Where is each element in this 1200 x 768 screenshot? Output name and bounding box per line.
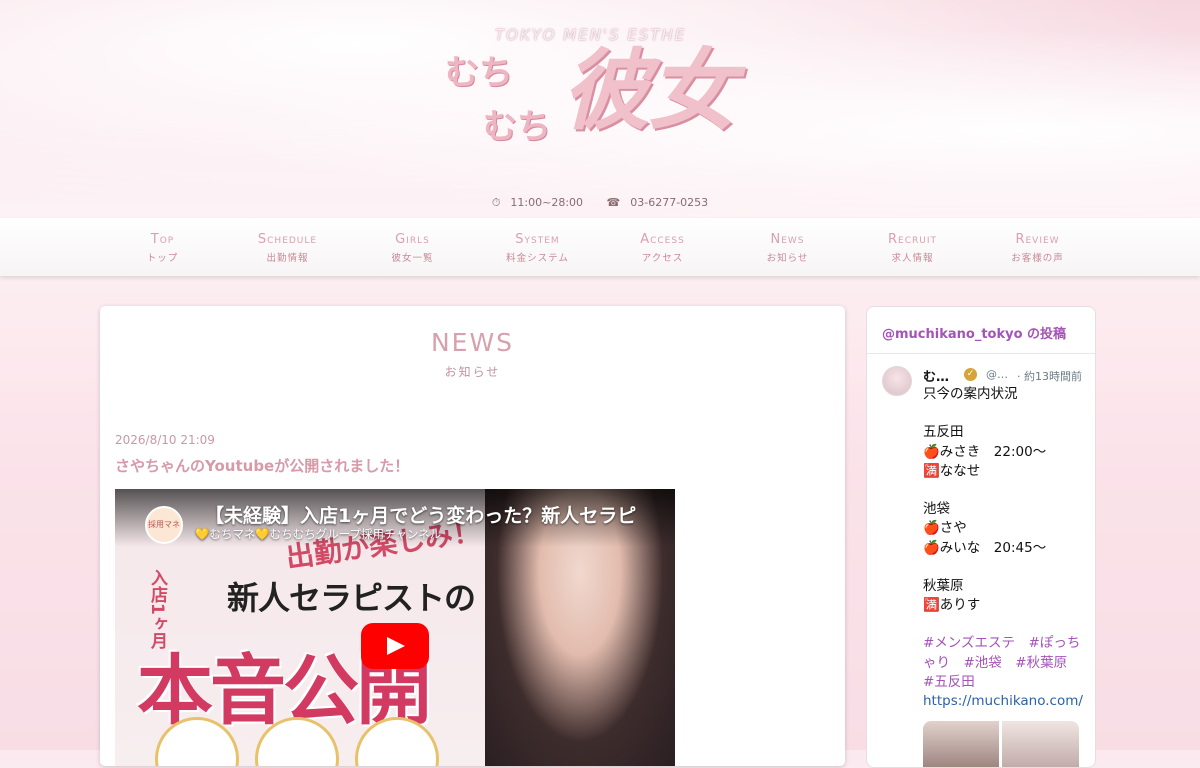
post-hashtags[interactable]: #五反田 — [923, 673, 1087, 692]
nav-item-access[interactable]: Access アクセス — [600, 232, 725, 264]
nav-label-jp: 求人情報 — [891, 253, 934, 264]
hours: ⏱ 11:00~28:00 — [487, 196, 588, 209]
post-author-name[interactable]: む… — [923, 366, 949, 385]
nav-label-en: Top — [150, 232, 175, 247]
feed-header: @muchikano_tokyo の投稿 — [867, 307, 1095, 354]
nav-label-jp: トップ — [146, 253, 179, 264]
post-title[interactable]: さやちゃんのYoutubeが公開されました！ — [115, 455, 409, 476]
news-panel: NEWS お知らせ 2026/8/10 21:09 さやちゃんのYoutubeが… — [100, 306, 845, 766]
channel-avatar[interactable]: 採用マネ — [145, 506, 183, 544]
post-hashtags[interactable]: #メンズエステ #ぽっち — [923, 634, 1087, 653]
post-line — [923, 558, 1087, 577]
nav-label-en: Recruit — [888, 232, 937, 247]
post-hashtags[interactable]: ゃり #池袋 #秋葉原 — [923, 654, 1087, 673]
post-body: 只今の案内状況 五反田 🍎みさき 22:00〜 🈵ななせ 池袋 🍎さや 🍎みいな… — [923, 385, 1087, 711]
nav-item-schedule[interactable]: Schedule 出勤情報 — [225, 232, 350, 264]
nav-label-jp: お客様の声 — [1011, 253, 1064, 264]
nav-item-top[interactable]: Top トップ — [100, 232, 225, 264]
post-line: 🈵ななせ — [923, 462, 981, 479]
video-channel-name[interactable]: 💛むちマネ💛むちむちグループ採用チャンネル — [195, 526, 441, 542]
thumb-text-line2: 新人セラピストの — [227, 579, 476, 617]
logo-text-muchi-1: むち — [445, 53, 513, 93]
post-date: 2026/8/10 21:09 — [115, 433, 215, 447]
post-line: 秋葉原 — [923, 577, 964, 594]
contact-info: ⏱ 11:00~28:00 ☎ 03-6277-0253 — [0, 196, 1200, 210]
post-time[interactable]: · 約13時間前 — [1017, 368, 1082, 384]
post-media[interactable] — [923, 721, 1079, 767]
nav-label-en: System — [515, 232, 560, 247]
nav-label-jp: 出勤情報 — [266, 253, 309, 264]
post-line — [923, 615, 1087, 634]
post-line: 🍎みいな 20:45〜 — [923, 539, 1047, 556]
nav-label-en: Review — [1015, 232, 1060, 247]
post-line: 只今の案内状況 — [923, 386, 1018, 402]
post-image-1[interactable] — [923, 721, 999, 767]
nav-item-system[interactable]: System 料金システム — [475, 232, 600, 264]
post-line: 池袋 — [923, 501, 950, 518]
nav-label-jp: アクセス — [641, 253, 684, 264]
nav-item-review[interactable]: Review お客様の声 — [975, 232, 1100, 264]
nav-label-en: Girls — [395, 232, 430, 247]
youtube-video-embed[interactable]: 出勤が楽しみ！ 入店1ヶ月 新人セラピストの 本音公開 採用マネ 【未経験】入店… — [115, 489, 675, 766]
verified-icon: ✓ — [964, 368, 977, 381]
post-line — [923, 404, 1087, 423]
nav-item-girls[interactable]: Girls 彼女一覧 — [350, 232, 475, 264]
video-title[interactable]: 【未経験】入店1ヶ月でどう変わった？新人セラピ — [205, 501, 655, 528]
hours-text: 11:00~28:00 — [510, 196, 584, 209]
post-link[interactable]: https://muchikano.com/ — [923, 692, 1087, 711]
post-image-2[interactable] — [1002, 721, 1079, 767]
nav-item-recruit[interactable]: Recruit 求人情報 — [850, 232, 975, 264]
page-title: NEWS — [430, 328, 515, 357]
nav-label-jp: 料金システム — [506, 253, 569, 264]
post-line — [923, 481, 1087, 500]
social-feed-panel: @muchikano_tokyo の投稿 む… ✓ @… · 約13時間前 只今… — [866, 306, 1096, 768]
nav-label-en: Schedule — [257, 232, 318, 247]
site-header: TOKYO MEN'S ESTHE むち むち 彼女 ⏱ 11:00~28:00 … — [0, 0, 1200, 218]
phone-text[interactable]: 03-6277-0253 — [630, 196, 708, 209]
nav-label-en: Access — [640, 232, 685, 247]
logo-text-muchi-2: むち — [483, 107, 551, 147]
phone[interactable]: ☎ 03-6277-0253 — [602, 196, 714, 209]
nav-label-en: News — [770, 232, 805, 247]
phone-icon: ☎ — [606, 196, 621, 209]
main-nav: Top トップ Schedule 出勤情報 Girls 彼女一覧 System … — [0, 218, 1200, 276]
post-line: 🍎みさき 22:00〜 — [923, 443, 1047, 460]
logo-text-kanojo[interactable]: 彼女 — [562, 46, 736, 134]
page-subtitle: お知らせ — [444, 365, 501, 379]
nav-label-jp: お知らせ — [766, 253, 809, 264]
post-line: 🍎さや — [923, 520, 967, 537]
post-line: 五反田 — [923, 424, 964, 441]
post-line: 🈵ありす — [923, 597, 981, 614]
nav-label-jp: 彼女一覧 — [391, 253, 434, 264]
post-author-handle[interactable]: @… — [986, 368, 1008, 381]
feed-title[interactable]: @muchikano_tokyo の投稿 — [882, 323, 1066, 342]
play-icon[interactable] — [361, 623, 429, 669]
avatar[interactable] — [882, 366, 912, 396]
nav-item-news[interactable]: News お知らせ — [725, 232, 850, 264]
clock-icon: ⏱ — [491, 196, 501, 209]
